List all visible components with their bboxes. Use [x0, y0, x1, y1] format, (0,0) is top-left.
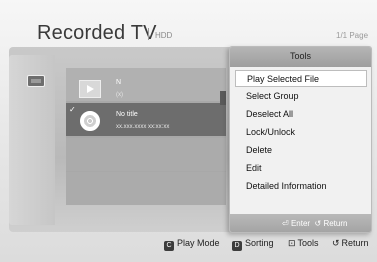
menu-item-detailed-information[interactable]: Detailed Information	[235, 178, 367, 195]
scroll-indicator[interactable]	[220, 91, 226, 105]
play-mode-hint[interactable]: C Play Mode	[164, 238, 220, 251]
return-icon: ↺	[314, 219, 322, 228]
list-item-empty	[66, 138, 226, 171]
return-icon: ↺	[332, 238, 340, 248]
checkmark-icon: ✓	[69, 105, 76, 114]
list-item-empty	[66, 172, 226, 205]
return-hint[interactable]: ↺ Return	[332, 238, 369, 249]
sorting-hint[interactable]: D Sorting	[232, 238, 274, 251]
menu-item-select-group[interactable]: Select Group	[235, 88, 367, 105]
menu-item-deselect-all[interactable]: Deselect All	[235, 106, 367, 123]
menu-item-delete[interactable]: Delete	[235, 142, 367, 159]
play-icon	[87, 85, 94, 93]
sorting-label: Sorting	[245, 238, 274, 248]
tv-device-icon[interactable]	[27, 75, 45, 87]
enter-icon: ⏎	[282, 219, 289, 228]
page-indicator: 1/1 Page	[336, 31, 369, 40]
tools-footer-hints: ⏎ Enter ↺ Return	[282, 219, 347, 228]
film-reel-icon	[80, 111, 100, 131]
return-label: Return	[341, 238, 369, 248]
list-item-meta: (x)	[116, 92, 123, 98]
list-item-meta: xx.xxx.xxxx xx:xx:xx	[116, 124, 170, 130]
enter-label: Enter	[290, 219, 311, 228]
page-title: Recorded TV	[37, 22, 157, 44]
menu-item-play-selected-file[interactable]: Play Selected File	[235, 70, 367, 87]
return-label: Return	[323, 219, 348, 228]
tools-label: Tools	[297, 238, 319, 248]
tools-icon: ⊡	[288, 238, 296, 248]
menu-item-edit[interactable]: Edit	[235, 160, 367, 177]
menu-item-lock-unlock[interactable]: Lock/Unlock	[235, 124, 367, 141]
tools-hint[interactable]: ⊡ Tools	[288, 238, 319, 249]
c-key-icon: C	[164, 241, 174, 251]
play-mode-label: Play Mode	[177, 238, 220, 248]
tools-menu-title: Tools	[289, 51, 311, 61]
list-item-title: No title	[116, 111, 138, 118]
storage-source-label: HDD	[155, 31, 173, 40]
d-key-icon: D	[232, 241, 242, 251]
list-item-title: N	[116, 79, 122, 86]
title-divider	[148, 28, 149, 40]
